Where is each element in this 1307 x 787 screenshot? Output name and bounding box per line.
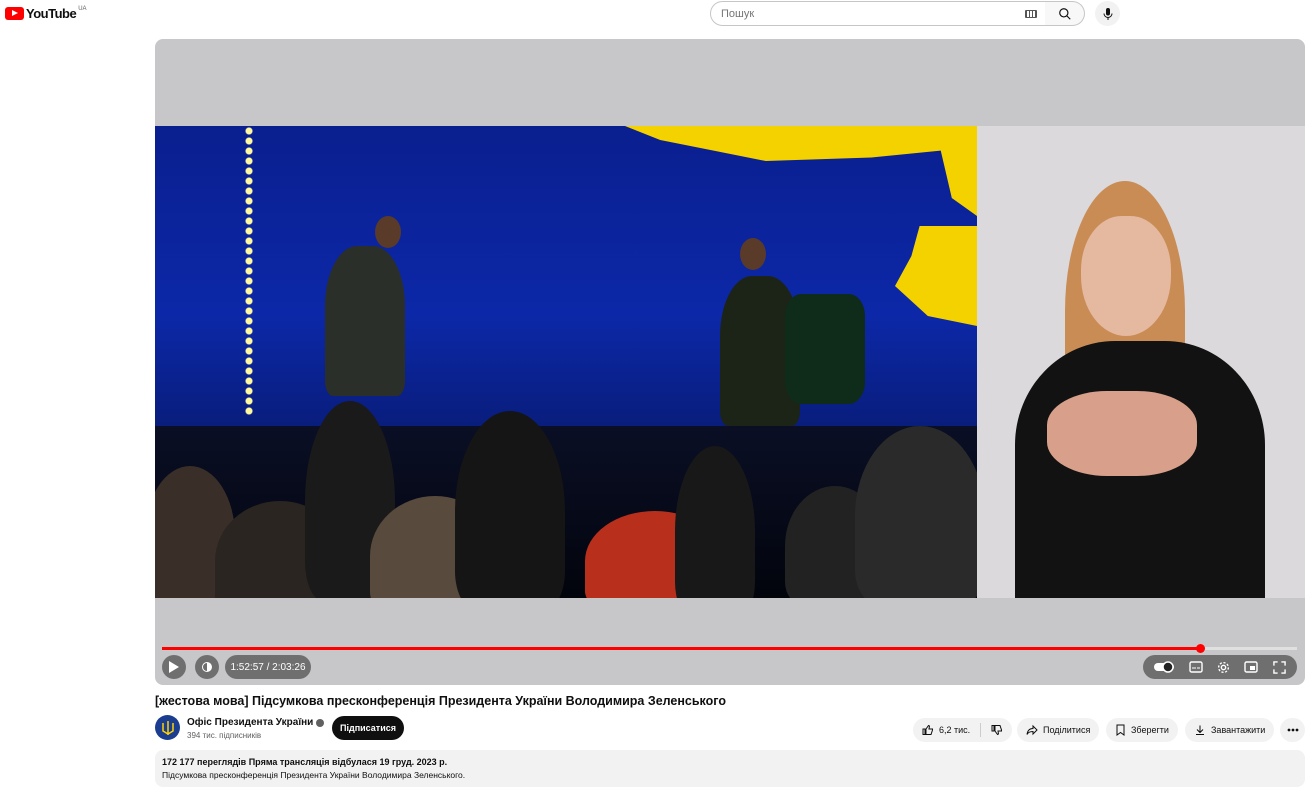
interpreter-hands [1047, 391, 1197, 476]
keyboard-icon[interactable] [1025, 10, 1037, 18]
sign-language-interpreter [977, 126, 1305, 598]
save-label: Зберегти [1131, 725, 1169, 735]
subscriber-count: 394 тис. підписників [187, 731, 262, 740]
download-icon [1196, 725, 1204, 735]
map-graphic [935, 126, 977, 216]
interpreter-face [1081, 216, 1171, 336]
share-button[interactable]: Поділитися [1017, 718, 1100, 742]
channel-name-text: Офіс Президента України [187, 717, 314, 728]
download-label: Завантажити [1211, 725, 1266, 735]
time-text: 1:52:57 / 2:03:26 [230, 661, 306, 673]
like-dislike-group: 6,2 тис. [913, 718, 1013, 742]
autoplay-toggle-icon[interactable] [1154, 661, 1175, 673]
subscribe-button[interactable]: Підписатися [332, 716, 404, 740]
save-button[interactable]: Зберегти [1106, 718, 1178, 742]
play-button[interactable] [162, 655, 186, 679]
progress-bar[interactable] [162, 644, 1297, 653]
more-actions-button[interactable] [1280, 718, 1305, 742]
progress-fill [162, 647, 1201, 650]
player-right-controls [1143, 655, 1297, 679]
fullscreen-icon[interactable] [1272, 660, 1286, 674]
audience [455, 411, 565, 598]
more-icon [1287, 728, 1298, 732]
top-bar: YouTube UA [0, 0, 1307, 30]
dislike-icon[interactable] [991, 724, 1003, 736]
search-input[interactable] [721, 7, 1011, 20]
chair [785, 294, 865, 404]
channel-avatar[interactable] [155, 715, 180, 740]
logo-region: UA [78, 5, 87, 12]
like-icon[interactable] [922, 724, 934, 736]
description-text: Підсумкова пресконференція Президента Ук… [162, 770, 466, 780]
led-column [243, 126, 255, 416]
audience [855, 426, 977, 598]
voice-search-button[interactable] [1095, 1, 1120, 26]
president-head [740, 238, 766, 270]
video-title: [жестова мова] Підсумкова пресконференці… [155, 694, 726, 708]
host-figure [325, 246, 405, 396]
progress-scrubber[interactable] [1196, 644, 1206, 653]
description-box[interactable]: 172 177 переглядів Пряма трансляція відб… [155, 750, 1305, 787]
volume-button[interactable] [195, 655, 219, 679]
trident-icon [161, 720, 174, 735]
search-icon [1058, 7, 1071, 20]
mic-icon [1103, 7, 1112, 20]
settings-icon[interactable] [1217, 661, 1230, 674]
subtitles-icon[interactable] [1188, 661, 1203, 673]
map-graphic [625, 126, 977, 161]
share-label: Поділитися [1043, 725, 1091, 735]
video-player[interactable]: 1:52:57 / 2:03:26 [155, 39, 1305, 685]
youtube-logo-icon [5, 7, 24, 20]
play-icon [169, 661, 179, 673]
host-head [375, 216, 401, 248]
logo-text: YouTube [26, 6, 77, 21]
view-count-date: 172 177 переглядів Пряма трансляція відб… [162, 757, 448, 767]
like-divider [980, 723, 982, 737]
youtube-logo[interactable]: YouTube UA [5, 6, 87, 21]
channel-row: Офіс Президента України 394 тис. підписн… [155, 715, 1305, 743]
verified-icon [316, 718, 325, 727]
share-icon [1026, 724, 1038, 736]
video-frame-main [155, 126, 977, 598]
miniplayer-icon[interactable] [1244, 661, 1259, 673]
save-icon [1116, 724, 1125, 736]
search-box [710, 1, 1046, 26]
download-button[interactable]: Завантажити [1185, 718, 1275, 742]
volume-icon [202, 662, 212, 672]
like-count[interactable]: 6,2 тис. [939, 725, 970, 735]
channel-name[interactable]: Офіс Президента України [187, 717, 325, 728]
map-graphic [895, 226, 977, 326]
time-display: 1:52:57 / 2:03:26 [225, 655, 311, 679]
search-button[interactable] [1045, 1, 1085, 26]
